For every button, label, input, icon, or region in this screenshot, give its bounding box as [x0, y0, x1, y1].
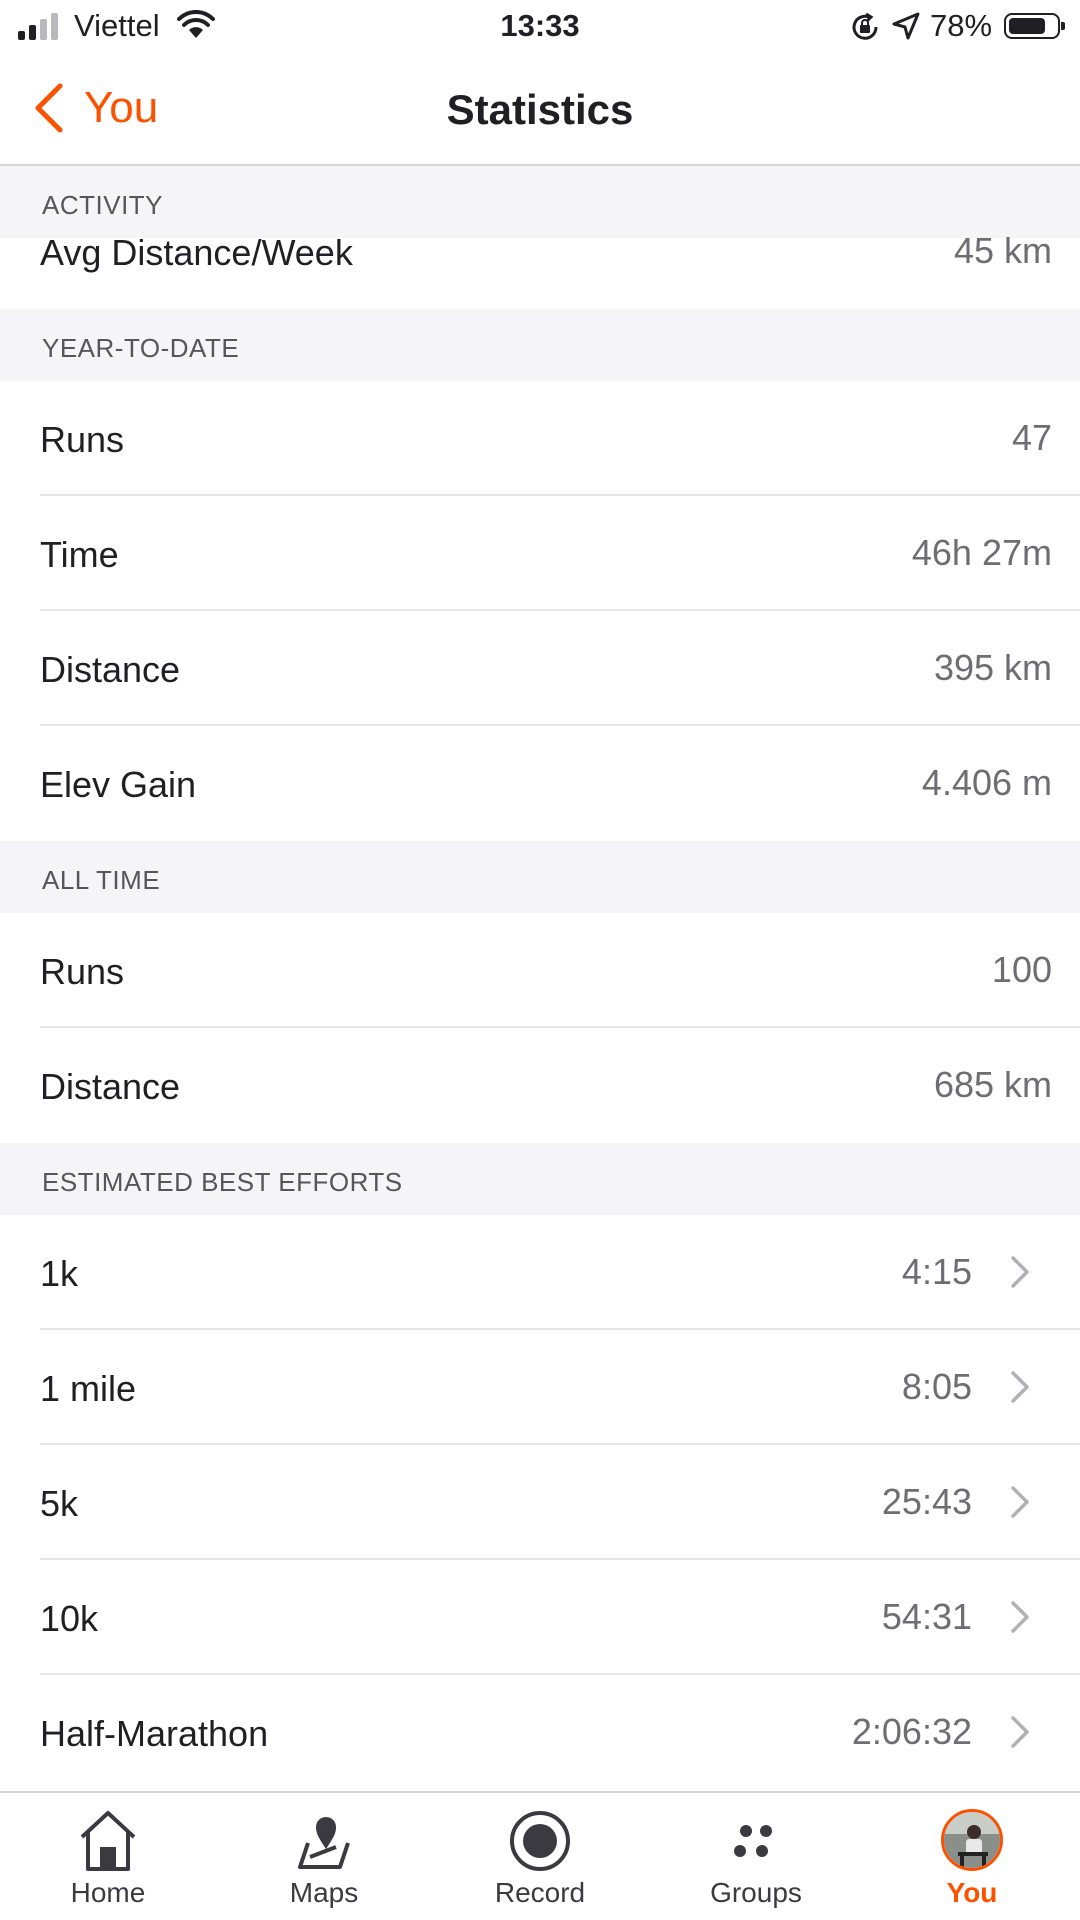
tab-label: Home: [70, 1877, 146, 1908]
stat-row-all-time-runs: Runs 100: [0, 913, 1080, 1028]
chevron-right-icon: [1011, 1716, 1029, 1748]
tab-label: You: [946, 1877, 998, 1908]
stat-row-avg-distance-week: Avg Distance/Week 45 km: [0, 230, 1080, 309]
stat-label: 10k: [40, 1598, 99, 1639]
chevron-right-icon: [1011, 1256, 1029, 1288]
stat-label: 5k: [40, 1483, 79, 1524]
chevron-right-icon: [1011, 1601, 1029, 1633]
tab-groups[interactable]: Groups: [648, 1793, 864, 1920]
tab-you[interactable]: You: [864, 1793, 1080, 1920]
stat-value: 4:15: [901, 1251, 972, 1292]
best-effort-row-1k[interactable]: 1k 4:15: [0, 1215, 1080, 1330]
section-header-all-time: ALL TIME: [0, 841, 1080, 913]
stat-value: 45 km: [953, 230, 1052, 271]
tab-label: Groups: [710, 1877, 802, 1908]
navigation-bar: You Statistics: [0, 56, 1080, 166]
tab-label: Record: [494, 1877, 586, 1908]
stat-label: Avg Distance/Week: [40, 232, 353, 273]
stat-value: 46h 27m: [911, 532, 1052, 573]
chevron-right-icon: [1011, 1371, 1029, 1403]
home-icon: [80, 1811, 136, 1871]
stat-label: 1 mile: [40, 1368, 137, 1409]
stat-label: 1k: [40, 1253, 79, 1294]
stat-value: 2:06:32: [851, 1711, 972, 1752]
tab-record[interactable]: Record: [432, 1793, 648, 1920]
tab-home[interactable]: Home: [0, 1793, 216, 1920]
stat-label: Time: [40, 534, 119, 575]
section-header-best-efforts: ESTIMATED BEST EFFORTS: [0, 1143, 1080, 1215]
page-title: Statistics: [446, 86, 634, 133]
avatar: [941, 1809, 1003, 1871]
location-arrow-icon: [892, 12, 920, 40]
stat-label: Elev Gain: [40, 764, 197, 805]
stat-row-all-time-distance: Distance 685 km: [0, 1028, 1080, 1143]
groups-icon: [734, 1825, 772, 1857]
stat-value: 395 km: [933, 647, 1052, 688]
stat-label: Runs: [40, 951, 125, 992]
tab-label: Maps: [289, 1877, 359, 1908]
best-effort-row-5k[interactable]: 5k 25:43: [0, 1445, 1080, 1560]
tab-bar: Home Maps Record Groups You: [0, 1791, 1080, 1920]
section-header-label: YEAR-TO-DATE: [42, 333, 240, 363]
section-header-label: ALL TIME: [42, 865, 161, 895]
record-icon: [510, 1811, 570, 1871]
stat-row-ytd-distance: Distance 395 km: [0, 611, 1080, 726]
section-header-label: ACTIVITY: [42, 190, 164, 220]
stat-row-ytd-elev-gain: Elev Gain 4.406 m: [0, 726, 1080, 841]
stat-value: 54:31: [881, 1596, 972, 1637]
stat-label: Runs: [40, 419, 125, 460]
best-effort-row-1-mile[interactable]: 1 mile 8:05: [0, 1330, 1080, 1445]
best-effort-row-half-marathon[interactable]: Half-Marathon 2:06:32: [0, 1675, 1080, 1790]
section-header-year-to-date: YEAR-TO-DATE: [0, 309, 1080, 381]
maps-icon: [298, 1817, 350, 1869]
stat-row-ytd-time: Time 46h 27m: [0, 496, 1080, 611]
battery-icon: [1004, 13, 1065, 39]
stat-value: 47: [1011, 417, 1052, 458]
stat-value: 100: [991, 949, 1052, 990]
stat-value: 8:05: [901, 1366, 972, 1407]
statistics-list[interactable]: ACTIVITY Avg Distance/Week 45 km YEAR-TO…: [0, 166, 1080, 1791]
tab-maps[interactable]: Maps: [216, 1793, 432, 1920]
status-bar: Viettel 13:33 78%: [0, 0, 1080, 56]
stat-label: Half-Marathon: [40, 1713, 269, 1754]
stat-row-ytd-runs: Runs 47: [0, 381, 1080, 496]
stat-value: 4.406 m: [921, 762, 1052, 803]
stat-value: 25:43: [881, 1481, 972, 1522]
rotation-lock-icon: [852, 12, 878, 40]
stat-label: Distance: [40, 649, 181, 690]
chevron-right-icon: [1011, 1486, 1029, 1518]
section-header-label: ESTIMATED BEST EFFORTS: [42, 1167, 403, 1197]
stat-value: 685 km: [933, 1064, 1052, 1105]
section-header-activity: ACTIVITY: [0, 166, 1080, 238]
stat-label: Distance: [40, 1066, 181, 1107]
best-effort-row-10k[interactable]: 10k 54:31: [0, 1560, 1080, 1675]
battery-percent: 78%: [930, 8, 993, 43]
